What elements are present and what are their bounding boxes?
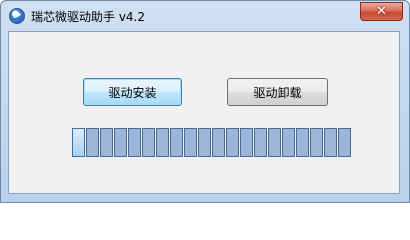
progress-segment: [156, 128, 169, 157]
progress-segment: [184, 128, 197, 157]
title-bar[interactable]: 瑞芯微驱动助手 v4.2 ✕: [1, 1, 409, 31]
progress-segment: [100, 128, 113, 157]
progress-segment: [114, 128, 127, 157]
progress-segment: [324, 128, 337, 157]
progress-segment: [142, 128, 155, 157]
app-logo-icon: [9, 8, 25, 24]
uninstall-driver-button[interactable]: 驱动卸载: [227, 78, 328, 106]
progress-segment: [212, 128, 225, 157]
progress-segment: [296, 128, 309, 157]
progress-segment: [254, 128, 267, 157]
install-driver-button-label: 驱动安装: [108, 85, 157, 100]
progress-segment: [128, 128, 141, 157]
progress-segment: [268, 128, 281, 157]
progress-segment: [198, 128, 211, 157]
close-button[interactable]: ✕: [360, 2, 403, 21]
progress-segment: [86, 128, 99, 157]
progress-segment: [338, 128, 351, 157]
progress-segment: [282, 128, 295, 157]
app-window: 瑞芯微驱动助手 v4.2 ✕ 驱动安装 驱动卸载: [0, 0, 410, 203]
window-title: 瑞芯微驱动助手 v4.2: [31, 10, 146, 24]
progress-segment: [310, 128, 323, 157]
progress-bar: [72, 128, 351, 157]
install-driver-button[interactable]: 驱动安装: [83, 78, 182, 106]
progress-segment: [240, 128, 253, 157]
progress-segment: [226, 128, 239, 157]
progress-segment: [72, 128, 85, 157]
progress-segment: [170, 128, 183, 157]
client-area: 驱动安装 驱动卸载: [8, 31, 400, 194]
close-icon: ✕: [376, 4, 387, 19]
uninstall-driver-button-label: 驱动卸载: [253, 85, 302, 100]
